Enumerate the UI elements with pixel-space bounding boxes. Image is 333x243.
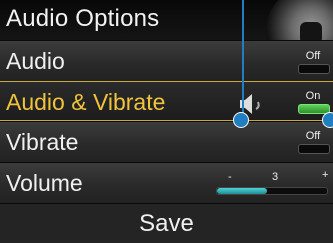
volume-fill (217, 188, 267, 194)
vibrate-toggle-bar (298, 144, 330, 154)
row-vibrate-label: Vibrate (6, 129, 79, 155)
callout-line (242, 0, 244, 117)
vibrate-toggle[interactable]: Off (298, 130, 330, 156)
volume-value: 3 (272, 171, 279, 183)
row-volume-label: Volume (6, 170, 83, 196)
volume-slider[interactable]: - 3 + (214, 169, 330, 197)
page-title: Audio Options (6, 5, 160, 32)
audio-vibrate-toggle[interactable]: On (298, 90, 330, 116)
header: Audio Options (0, 0, 333, 76)
row-audio-label: Audio (6, 48, 65, 74)
callout-marker-speaker (233, 112, 249, 128)
audio-toggle[interactable]: Off (298, 50, 330, 76)
audio-toggle-label: Off (305, 50, 321, 62)
vibrate-toggle-label: Off (305, 130, 321, 142)
volume-track (216, 187, 328, 195)
save-button-label: Save (139, 210, 194, 237)
row-volume[interactable]: Volume - 3 + (0, 162, 333, 203)
save-button[interactable]: Save (0, 203, 333, 243)
audio-vibrate-toggle-label: On (305, 90, 321, 102)
row-vibrate[interactable]: Vibrate Off (0, 121, 333, 162)
callout-marker-toggle (322, 112, 333, 128)
row-audio-vibrate[interactable]: Audio & Vibrate On (0, 81, 333, 121)
row-audio-vibrate-label: Audio & Vibrate (6, 89, 166, 115)
row-audio[interactable]: Audio Off (0, 40, 333, 81)
screen: Audio Options Audio Off Audio & Vibrate … (0, 0, 333, 243)
volume-max-label: + (322, 169, 329, 181)
volume-min-label: - (228, 171, 232, 183)
audio-toggle-bar (298, 64, 330, 74)
